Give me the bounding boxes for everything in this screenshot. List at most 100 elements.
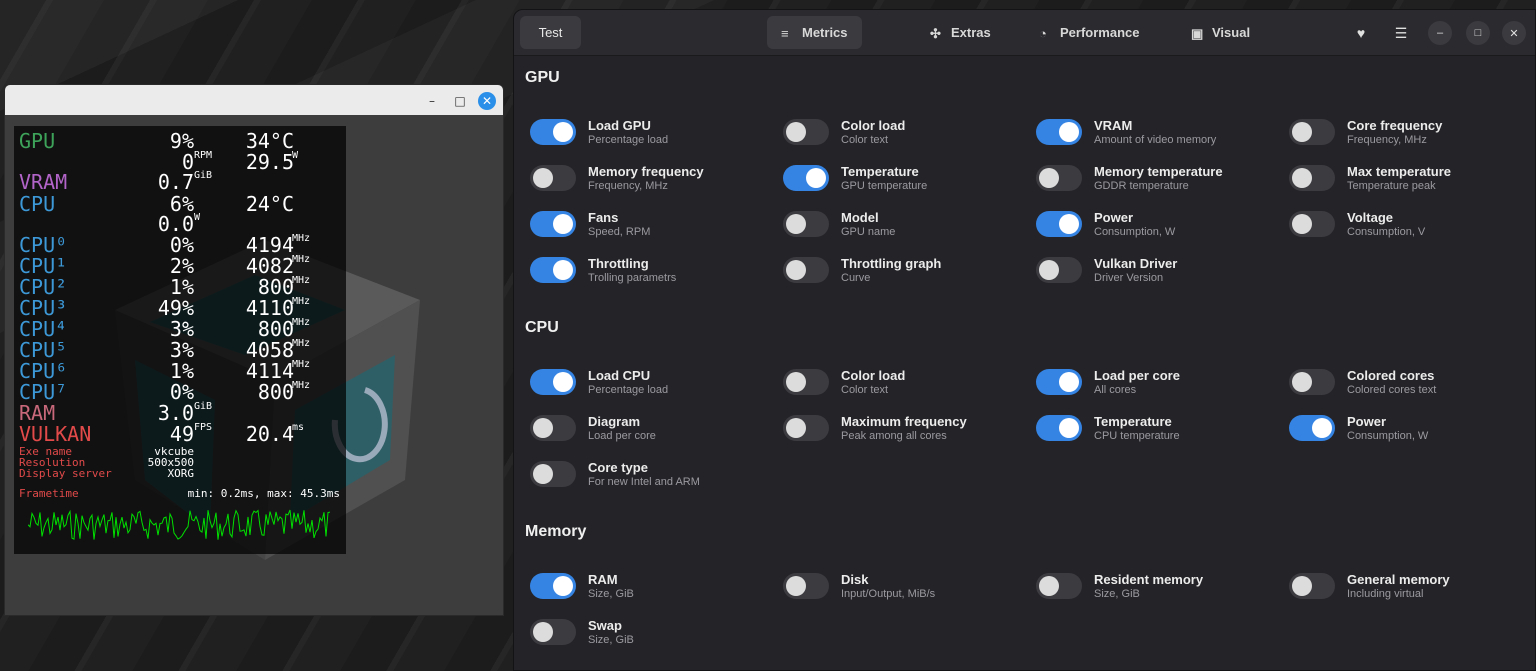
header-bar[interactable]: Test ≡ Metrics ✣ Extras ◔ Performance ▣ Visual …: [514, 10, 1535, 56]
toggle-switch[interactable]: [530, 119, 576, 145]
option-subtitle: Peak among all cores: [841, 430, 947, 442]
overlay-value-secondary: 4058: [245, 338, 294, 362]
overlay-label: CPU⁰: [19, 233, 68, 257]
option-title: Throttling: [588, 256, 649, 271]
toggle-switch[interactable]: [1289, 211, 1335, 237]
minimize-button[interactable]: –: [1428, 21, 1452, 45]
settings-window: Test ≡ Metrics ✣ Extras ◔ Performance ▣ Visual …: [513, 9, 1536, 671]
heart-icon[interactable]: ♥: [1348, 20, 1374, 46]
option-title: Power: [1094, 210, 1134, 225]
toggle-switch[interactable]: [783, 165, 829, 191]
maximize-icon[interactable]: □: [451, 92, 469, 110]
toggle-switch[interactable]: [530, 369, 576, 395]
option-subtitle: CPU temperature: [1094, 430, 1180, 442]
toggle-switch[interactable]: [1289, 573, 1335, 599]
toggle-switch[interactable]: [1036, 369, 1082, 395]
toggle-switch[interactable]: [783, 257, 829, 283]
option-title: Memory temperature: [1094, 164, 1223, 179]
option-color-load: Color load Color text: [780, 363, 1020, 403]
tab-visual[interactable]: ▣ Visual: [1177, 16, 1264, 49]
option-title: Load GPU: [588, 118, 651, 133]
overlay-label: CPU⁴: [19, 317, 68, 341]
toggle-switch[interactable]: [783, 119, 829, 145]
toggle-knob: [1039, 260, 1059, 280]
toggle-switch[interactable]: [783, 573, 829, 599]
overlay-row: CPU³ 49% 4110 MHz: [14, 296, 346, 319]
option-title: Memory frequency: [588, 164, 704, 179]
toggle-switch[interactable]: [530, 211, 576, 237]
toggle-switch[interactable]: [783, 415, 829, 441]
toggle-knob: [1059, 214, 1079, 234]
overlay-row: CPU⁶ 1% 4114 MHz: [14, 359, 346, 383]
overlay-unit: GiB: [194, 401, 213, 412]
toggle-switch[interactable]: [1289, 119, 1335, 145]
option-core-type: Core type For new Intel and ARM: [527, 455, 767, 495]
option-color-load: Color load Color text: [780, 113, 1020, 153]
toggle-switch[interactable]: [1036, 211, 1082, 237]
overlay-row: VRAM 0.7 GiB: [14, 170, 346, 193]
toggle-knob: [553, 260, 573, 280]
toggle-switch[interactable]: [530, 573, 576, 599]
toggle-switch[interactable]: [1036, 573, 1082, 599]
option-throttling: Throttling Trolling parametrs: [527, 251, 767, 291]
toggle-switch[interactable]: [783, 369, 829, 395]
option-subtitle: Percentage load: [588, 134, 669, 146]
overlay-row: VULKAN 49 FPS 20.4 ms: [14, 422, 346, 446]
toggle-switch[interactable]: [1036, 415, 1082, 441]
option-subtitle: Driver Version: [1094, 272, 1164, 284]
option-title: Load per core: [1094, 368, 1180, 383]
toggle-switch[interactable]: [783, 211, 829, 237]
toggle-knob: [533, 418, 553, 438]
overlay-value: 1%: [169, 359, 194, 383]
test-button[interactable]: Test: [520, 16, 581, 49]
vkcube-titlebar[interactable]: – □ ✕: [5, 85, 503, 115]
toggle-switch[interactable]: [1036, 119, 1082, 145]
toggle-switch[interactable]: [1289, 369, 1335, 395]
overlay-value-secondary: 800: [257, 380, 294, 404]
toggle-switch[interactable]: [530, 619, 576, 645]
overlay-label: CPU⁵: [19, 338, 68, 362]
option-temperature: Temperature GPU temperature: [780, 159, 1020, 199]
option-title: Swap: [588, 618, 622, 633]
toggle-switch[interactable]: [1036, 257, 1082, 283]
option-subtitle: GPU name: [841, 226, 896, 238]
toggle-switch[interactable]: [530, 165, 576, 191]
toggle-switch[interactable]: [1289, 415, 1335, 441]
minimize-icon[interactable]: –: [423, 92, 441, 110]
tab-metrics[interactable]: ≡ Metrics: [767, 16, 862, 49]
toggle-knob: [786, 576, 806, 596]
toggle-switch[interactable]: [530, 461, 576, 487]
tab-extras[interactable]: ✣ Extras: [916, 16, 1005, 49]
option-title: Voltage: [1347, 210, 1393, 225]
overlay-unit-secondary: MHz: [292, 317, 311, 328]
toggle-switch[interactable]: [1036, 165, 1082, 191]
toggle-switch[interactable]: [530, 415, 576, 441]
option-title: Maximum frequency: [841, 414, 967, 429]
option-subtitle: Frequency, MHz: [588, 180, 668, 192]
overlay-label: VULKAN: [19, 422, 92, 446]
toggle-knob: [1292, 122, 1312, 142]
metrics-icon: ≡: [781, 25, 789, 41]
option-subtitle: Color text: [841, 384, 889, 396]
menu-icon[interactable]: ☰: [1388, 20, 1414, 46]
toggle-knob: [553, 122, 573, 142]
close-icon[interactable]: ✕: [478, 92, 496, 110]
maximize-button[interactable]: □: [1466, 21, 1490, 45]
tab-performance[interactable]: ◔ Performance: [1025, 16, 1153, 49]
option-title: Load CPU: [588, 368, 651, 383]
overlay-value-secondary: 4114: [245, 359, 294, 383]
option-title: Core frequency: [1347, 118, 1443, 133]
toggle-switch[interactable]: [1289, 165, 1335, 191]
overlay-label: CPU⁷: [19, 380, 68, 404]
scrollbar[interactable]: [1532, 56, 1535, 670]
image-icon: ▣: [1191, 25, 1204, 41]
option-subtitle: Amount of video memory: [1094, 134, 1217, 146]
overlay-label: CPU⁶: [19, 359, 68, 383]
option-subtitle: Size, GiB: [588, 588, 634, 600]
overlay-unit-secondary: ms: [292, 422, 305, 433]
toggle-knob: [1292, 214, 1312, 234]
close-button[interactable]: ✕: [1502, 21, 1526, 45]
option-power: Power Consumption, W: [1286, 409, 1526, 449]
toggle-switch[interactable]: [530, 257, 576, 283]
option-memory-temperature: Memory temperature GDDR temperature: [1033, 159, 1273, 199]
